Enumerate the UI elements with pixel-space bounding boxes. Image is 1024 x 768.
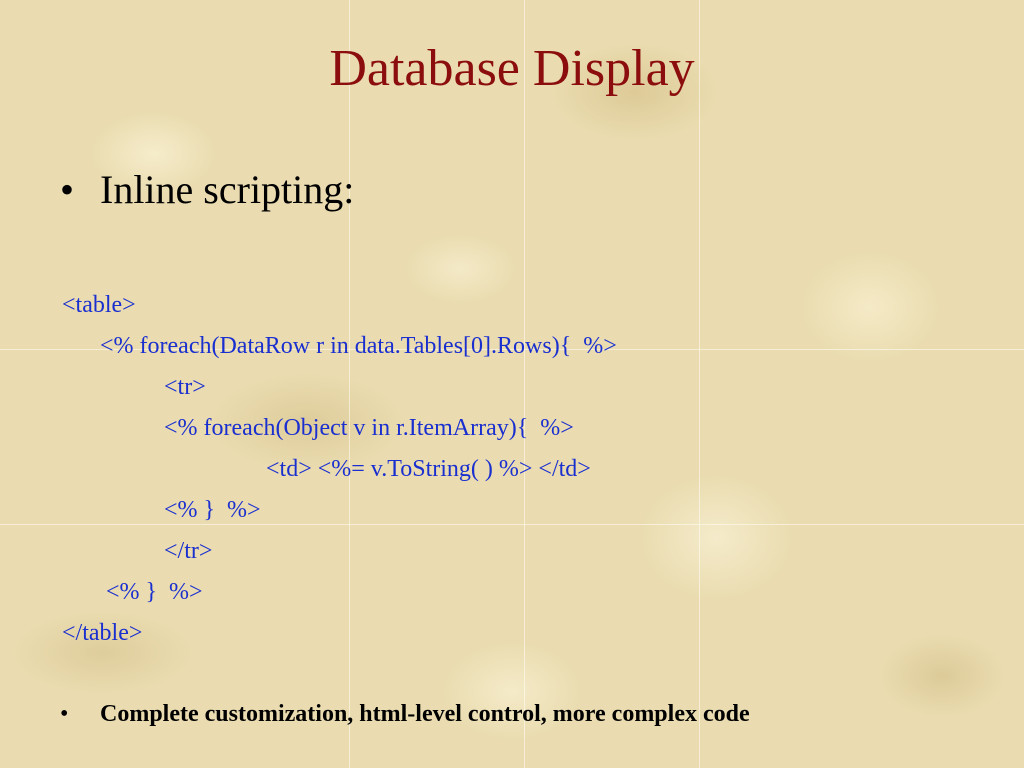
code-line: </tr> (164, 538, 213, 564)
footer-bullet: • Complete customization, html-level con… (60, 698, 750, 730)
code-line: </table> (62, 620, 143, 646)
code-line: <% } %> (164, 497, 261, 523)
code-line: <% } %> (100, 579, 203, 605)
main-bullet: • Inline scripting: (60, 164, 354, 216)
code-line: <% foreach(Object v in r.ItemArray){ %> (164, 415, 574, 441)
slide: Database Display • Inline scripting: <ta… (0, 0, 1024, 768)
bullet-marker: • (60, 167, 75, 212)
tile-divider (0, 524, 1024, 525)
code-line: <% foreach(DataRow r in data.Tables[0].R… (100, 333, 617, 359)
footer-bullet-text: Complete customization, html-level contr… (100, 701, 750, 727)
slide-title: Database Display (329, 40, 695, 97)
bullet-marker: • (60, 701, 69, 727)
tile-divider (524, 0, 525, 768)
main-bullet-text: Inline scripting: (100, 167, 355, 212)
code-line: <td> <%= v.ToString( ) %> </td> (266, 456, 591, 482)
tile-divider (699, 0, 700, 768)
code-line: <table> (62, 292, 136, 318)
code-line: <tr> (164, 374, 206, 400)
tile-divider (349, 0, 350, 768)
